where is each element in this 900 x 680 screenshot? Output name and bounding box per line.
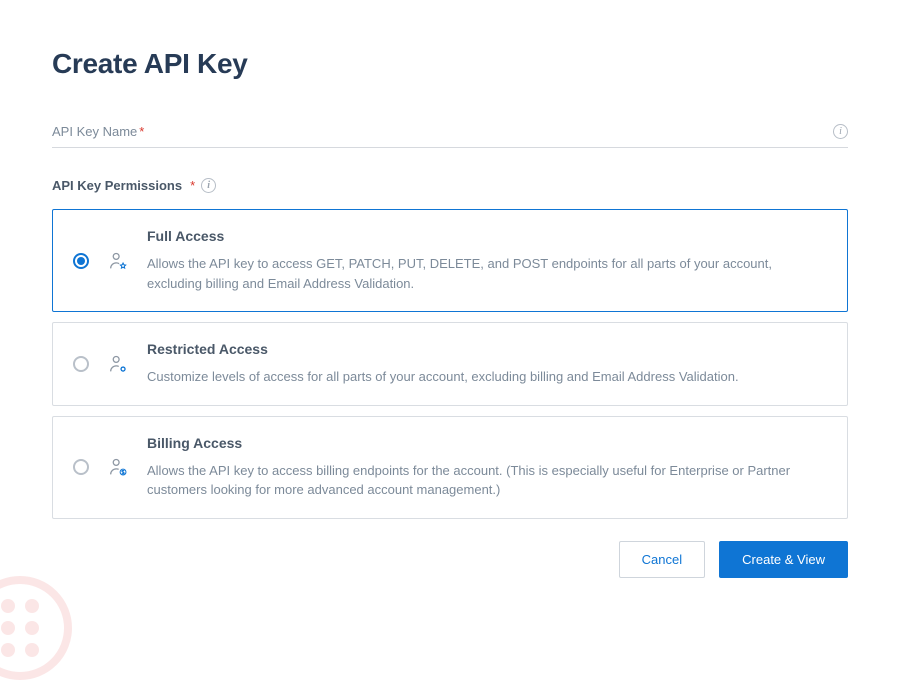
option-full-access[interactable]: Full Access Allows the API key to access… [52, 209, 848, 312]
info-icon[interactable]: i [201, 178, 216, 193]
option-title: Billing Access [147, 435, 827, 451]
brand-watermark [0, 576, 72, 680]
cancel-button[interactable]: Cancel [619, 541, 705, 578]
permissions-options: Full Access Allows the API key to access… [52, 209, 848, 519]
info-icon[interactable]: i [833, 124, 848, 139]
option-title: Full Access [147, 228, 827, 244]
option-desc: Allows the API key to access billing end… [147, 461, 827, 500]
permissions-label: API Key Permissions* i [52, 178, 848, 193]
api-key-name-field: API Key Name* i [52, 122, 848, 148]
api-key-name-input[interactable] [144, 122, 833, 141]
option-desc: Allows the API key to access GET, PATCH,… [147, 254, 827, 293]
action-bar: Cancel Create & View [52, 541, 848, 578]
option-title: Restricted Access [147, 341, 827, 357]
option-desc: Customize levels of access for all parts… [147, 367, 827, 387]
option-billing-access[interactable]: Billing Access Allows the API key to acc… [52, 416, 848, 519]
option-restricted-access[interactable]: Restricted Access Customize levels of ac… [52, 322, 848, 406]
required-asterisk: * [190, 178, 195, 193]
create-view-button[interactable]: Create & View [719, 541, 848, 578]
user-star-icon [107, 250, 129, 272]
radio-restricted-access[interactable] [73, 356, 89, 372]
radio-billing-access[interactable] [73, 459, 89, 475]
user-gear-icon [107, 353, 129, 375]
api-key-name-label: API Key Name* [52, 124, 144, 139]
page-title: Create API Key [52, 48, 848, 80]
radio-full-access[interactable] [73, 253, 89, 269]
user-dollar-icon [107, 456, 129, 478]
